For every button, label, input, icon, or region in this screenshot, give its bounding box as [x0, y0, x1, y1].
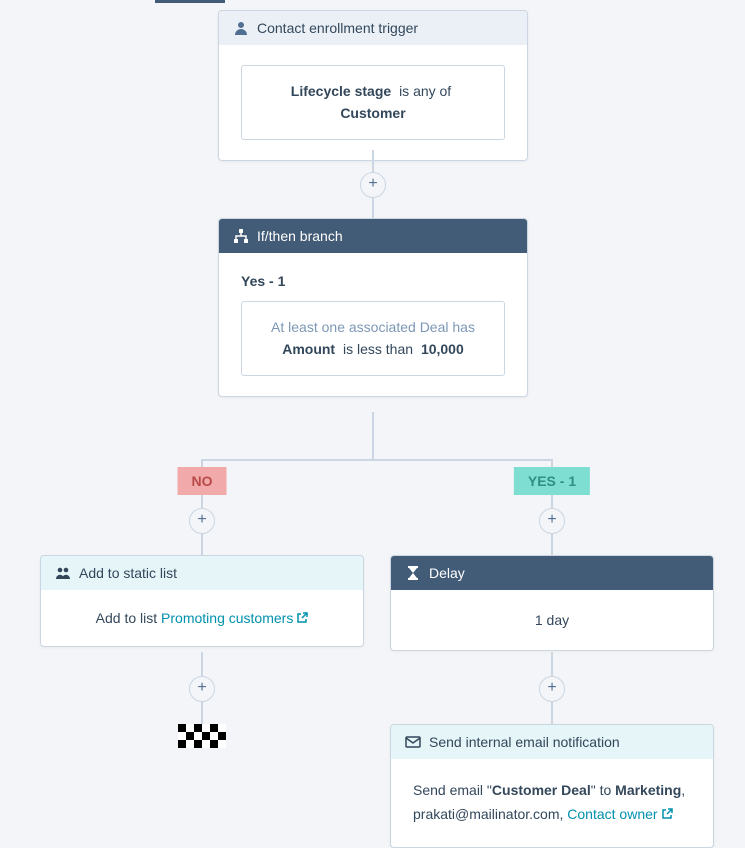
email-sep1: ,	[681, 782, 685, 798]
branch-group-label: Yes - 1	[241, 273, 505, 289]
add-action-button-no[interactable]: +	[189, 508, 215, 534]
email-mid: " to	[591, 782, 615, 798]
add-action-button[interactable]: +	[360, 172, 386, 198]
trigger-filter-box[interactable]: Lifecycle stage is any of Customer	[241, 65, 505, 140]
branch-pill-no: NO	[178, 467, 227, 495]
delay-card-title: Delay	[429, 565, 465, 581]
branch-cond-value: 10,000	[421, 341, 464, 357]
static-list-card[interactable]: Add to static list Add to list Promoting…	[40, 555, 364, 647]
connector	[202, 459, 552, 461]
add-action-button-after-delay[interactable]: +	[539, 676, 565, 702]
email-recipient-2: prakati@mailinator.com	[413, 806, 560, 822]
branch-condition-box[interactable]: At least one associated Deal has Amount …	[241, 301, 505, 376]
email-card-title: Send internal email notification	[429, 734, 620, 750]
trigger-card-body: Lifecycle stage is any of Customer	[219, 45, 527, 160]
email-card-header: Send internal email notification	[391, 725, 713, 759]
delay-card-header: Delay	[391, 556, 713, 590]
trigger-filter-field: Lifecycle stage	[291, 83, 391, 99]
branch-card-body: Yes - 1 At least one associated Deal has…	[219, 253, 527, 396]
plus-icon: +	[368, 173, 377, 195]
contact-icon	[233, 20, 249, 36]
email-deal-name: Customer Deal	[492, 782, 591, 798]
active-tab-underline	[155, 0, 225, 3]
branch-pill-yes: YES - 1	[514, 467, 590, 495]
static-list-header: Add to static list	[41, 556, 363, 590]
add-action-button-after-list[interactable]: +	[189, 676, 215, 702]
envelope-icon	[405, 734, 421, 750]
connector	[372, 412, 374, 460]
static-list-body: Add to list Promoting customers	[41, 590, 363, 646]
plus-icon: +	[197, 677, 206, 699]
external-link-icon	[661, 804, 673, 816]
branch-cond-line: Amount is less than 10,000	[258, 338, 488, 360]
email-contact-owner-link[interactable]: Contact owner	[567, 806, 672, 822]
static-list-prefix: Add to list	[96, 610, 161, 626]
trigger-filter-op: is any of	[399, 83, 451, 99]
people-icon	[55, 565, 71, 581]
hourglass-icon	[405, 565, 421, 581]
external-link-icon	[296, 611, 308, 623]
branch-cond-op: is less than	[343, 341, 413, 357]
branch-card[interactable]: If/then branch Yes - 1 At least one asso…	[218, 218, 528, 397]
branch-icon	[233, 228, 249, 244]
trigger-card-title: Contact enrollment trigger	[257, 20, 418, 36]
delay-body: 1 day	[391, 590, 713, 650]
email-recipient-1: Marketing	[615, 782, 681, 798]
static-list-link-text: Promoting customers	[161, 610, 293, 626]
email-card[interactable]: Send internal email notification Send em…	[390, 724, 714, 848]
email-body: Send email "Customer Deal" to Marketing,…	[391, 759, 713, 847]
plus-icon: +	[197, 509, 206, 531]
plus-icon: +	[547, 509, 556, 531]
trigger-card-header: Contact enrollment trigger	[219, 11, 527, 45]
delay-card[interactable]: Delay 1 day	[390, 555, 714, 651]
branch-cond-field: Amount	[282, 341, 335, 357]
static-list-title: Add to static list	[79, 565, 177, 581]
trigger-card[interactable]: Contact enrollment trigger Lifecycle sta…	[218, 10, 528, 161]
email-prefix: Send email "	[413, 782, 492, 798]
branch-card-title: If/then branch	[257, 228, 343, 244]
add-action-button-yes[interactable]: +	[539, 508, 565, 534]
branch-cond-pre: At least one associated Deal has	[258, 316, 488, 338]
email-link-text: Contact owner	[567, 806, 657, 822]
branch-card-header: If/then branch	[219, 219, 527, 253]
plus-icon: +	[547, 677, 556, 699]
workflow-end-icon	[178, 724, 226, 748]
trigger-filter-value: Customer	[340, 105, 405, 121]
static-list-link[interactable]: Promoting customers	[161, 610, 308, 626]
